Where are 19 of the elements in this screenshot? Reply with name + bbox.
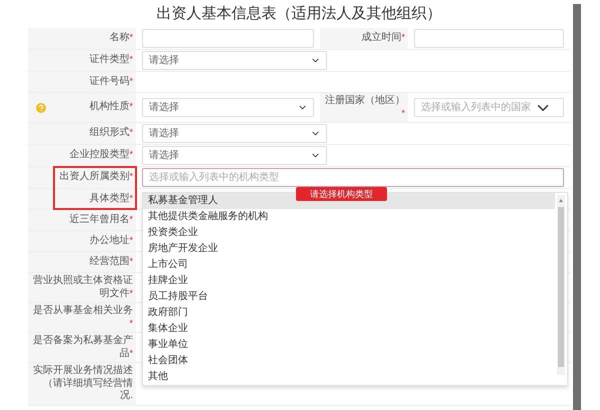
field-label: 机构性质*	[28, 93, 136, 122]
field-label: 是否备案为私募基金产品*	[28, 333, 136, 362]
field-label: 实际开展业务情况描述（请详细填写经营情况.	[28, 363, 136, 404]
field-label: 组织形式*	[28, 123, 136, 144]
field-label: 营业执照或主体资格证明文件*	[28, 273, 136, 302]
field-label: 近三年曾用名*	[28, 210, 136, 230]
error-tooltip: 请选择机构类型	[296, 187, 387, 201]
form-title: 出资人基本信息表（适用法人及其他组织）	[156, 4, 442, 24]
field-label: 注册国家（地区） *	[320, 93, 408, 122]
field-label: 证件号码*	[28, 72, 136, 92]
field-label: 企业控股类型*	[28, 145, 136, 166]
field-label: 证件类型*	[28, 50, 136, 71]
field-label: 具体类型*	[28, 189, 136, 209]
field-label: 名称*	[28, 28, 136, 49]
field-label: 经营范围*	[28, 252, 136, 272]
field-label: 是否从事基金相关业务 *	[28, 303, 136, 332]
field-label: 出资人所属类别*	[28, 167, 136, 188]
field-label: 办公地址*	[28, 231, 136, 251]
field-label: 成立时间*	[320, 28, 408, 49]
